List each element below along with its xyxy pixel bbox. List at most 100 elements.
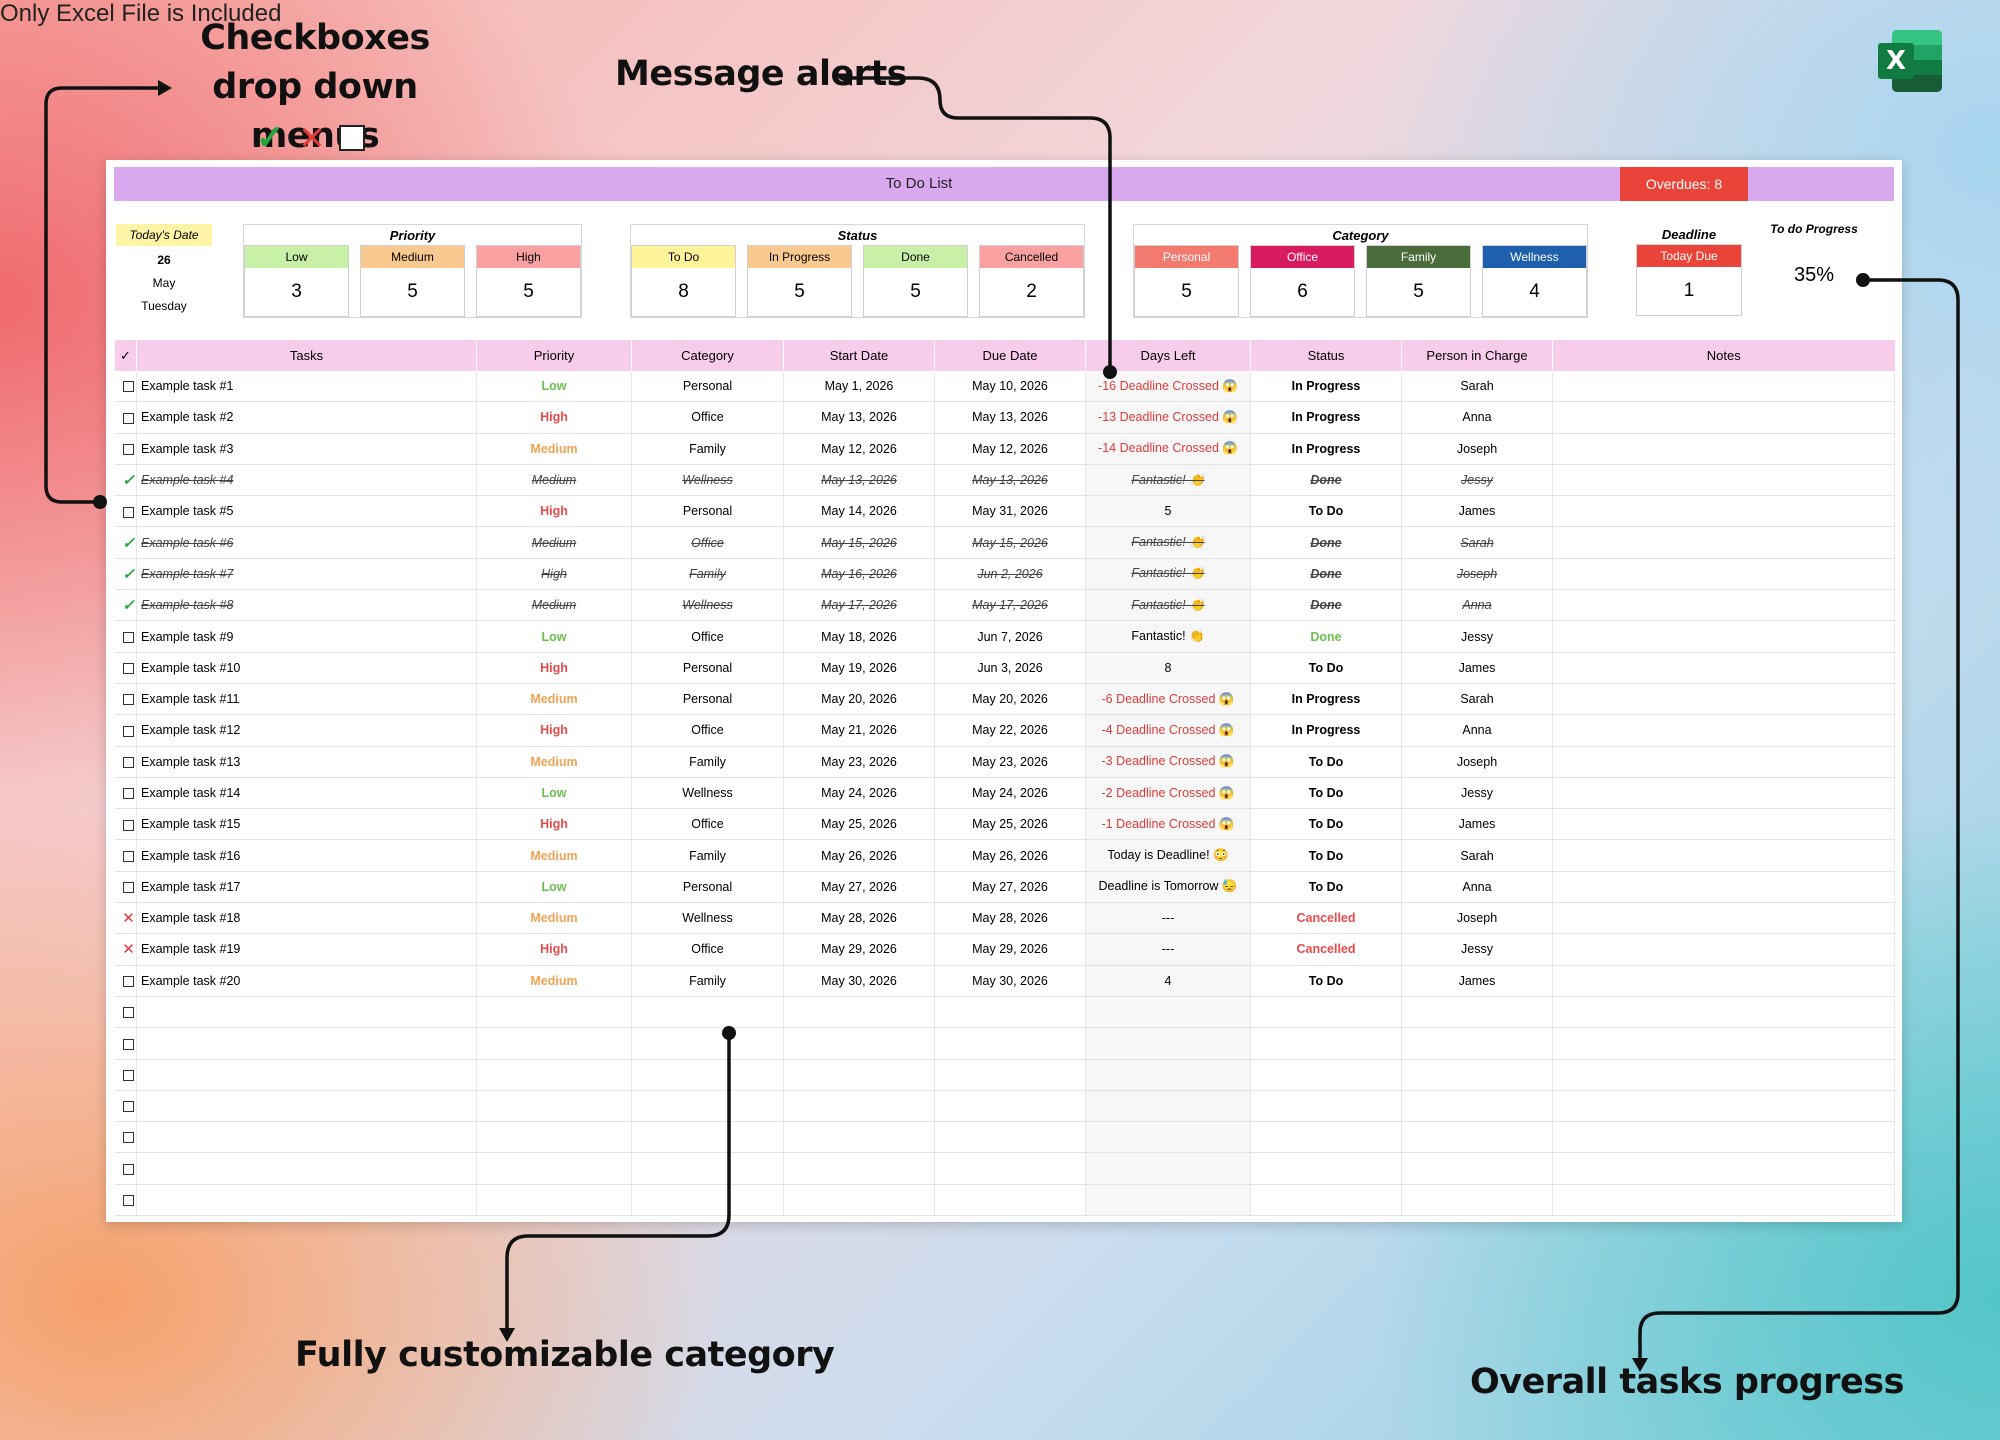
- column-header-start-date[interactable]: Start Date: [783, 340, 935, 371]
- row-checkbox[interactable]: ✕: [114, 902, 137, 935]
- due-date-cell[interactable]: May 28, 2026: [934, 902, 1086, 935]
- column-header-days-left[interactable]: Days Left: [1085, 340, 1251, 371]
- days-left-cell[interactable]: -1 Deadline Crossed 😱: [1085, 808, 1251, 841]
- row-checkbox[interactable]: [114, 808, 137, 841]
- priority-cell[interactable]: High: [476, 401, 632, 434]
- status-cell[interactable]: In Progress: [1250, 714, 1402, 747]
- row-checkbox[interactable]: [114, 965, 137, 997]
- row-checkbox[interactable]: [114, 996, 137, 1029]
- days-left-cell[interactable]: -3 Deadline Crossed 😱: [1085, 746, 1251, 778]
- category-cell[interactable]: [631, 1121, 784, 1154]
- priority-cell[interactable]: Low: [476, 871, 632, 904]
- priority-cell[interactable]: [476, 1027, 632, 1060]
- person-cell[interactable]: [1401, 1121, 1553, 1154]
- days-left-cell[interactable]: [1085, 1059, 1251, 1091]
- person-cell[interactable]: James: [1401, 495, 1553, 528]
- task-cell[interactable]: Example task #5: [136, 495, 477, 528]
- notes-cell[interactable]: [1552, 683, 1895, 716]
- status-cell[interactable]: To Do: [1250, 871, 1402, 904]
- status-cell[interactable]: To Do: [1250, 839, 1402, 872]
- task-cell[interactable]: [136, 1121, 477, 1154]
- category-cell[interactable]: Personal: [631, 652, 784, 684]
- person-cell[interactable]: James: [1401, 652, 1553, 684]
- days-left-cell[interactable]: -13 Deadline Crossed 😱: [1085, 401, 1251, 434]
- due-date-cell[interactable]: [934, 1059, 1086, 1091]
- column-header-due-date[interactable]: Due Date: [934, 340, 1086, 371]
- person-cell[interactable]: Joseph: [1401, 746, 1553, 778]
- column-header-category[interactable]: Category: [631, 340, 784, 371]
- days-left-cell[interactable]: [1085, 1152, 1251, 1185]
- days-left-cell[interactable]: Deadline is Tomorrow 😓: [1085, 871, 1251, 904]
- person-cell[interactable]: [1401, 1090, 1553, 1123]
- status-cell[interactable]: To Do: [1250, 777, 1402, 810]
- days-left-cell[interactable]: Fantastic! 👏: [1085, 558, 1251, 591]
- category-cell[interactable]: [631, 1090, 784, 1123]
- task-cell[interactable]: Example task #16: [136, 839, 477, 872]
- task-cell[interactable]: [136, 1090, 477, 1123]
- notes-cell[interactable]: [1552, 902, 1895, 935]
- column-header-notes[interactable]: Notes: [1552, 340, 1895, 371]
- status-cell[interactable]: Done: [1250, 526, 1402, 559]
- notes-cell[interactable]: [1552, 1090, 1895, 1123]
- task-cell[interactable]: Example task #19: [136, 933, 477, 966]
- notes-cell[interactable]: [1552, 589, 1895, 622]
- status-cell[interactable]: In Progress: [1250, 371, 1402, 403]
- days-left-cell[interactable]: [1085, 1027, 1251, 1060]
- due-date-cell[interactable]: [934, 1090, 1086, 1123]
- notes-cell[interactable]: [1552, 495, 1895, 528]
- category-cell[interactable]: Family: [631, 433, 784, 465]
- status-cell[interactable]: [1250, 1027, 1402, 1060]
- person-cell[interactable]: [1401, 996, 1553, 1029]
- notes-cell[interactable]: [1552, 839, 1895, 872]
- days-left-cell[interactable]: 8: [1085, 652, 1251, 684]
- due-date-cell[interactable]: May 22, 2026: [934, 714, 1086, 747]
- task-cell[interactable]: Example task #17: [136, 871, 477, 904]
- row-checkbox[interactable]: [114, 1027, 137, 1060]
- due-date-cell[interactable]: May 29, 2026: [934, 933, 1086, 966]
- priority-cell[interactable]: Medium: [476, 746, 632, 778]
- status-cell[interactable]: To Do: [1250, 495, 1402, 528]
- days-left-cell[interactable]: 4: [1085, 965, 1251, 997]
- days-left-cell[interactable]: 5: [1085, 495, 1251, 528]
- task-cell[interactable]: Example task #9: [136, 620, 477, 653]
- start-date-cell[interactable]: May 26, 2026: [783, 839, 935, 872]
- row-checkbox[interactable]: [114, 1184, 137, 1217]
- row-checkbox[interactable]: [114, 839, 137, 872]
- notes-cell[interactable]: [1552, 746, 1895, 778]
- category-cell[interactable]: Family: [631, 965, 784, 997]
- status-cell[interactable]: [1250, 1059, 1402, 1091]
- days-left-cell[interactable]: -14 Deadline Crossed 😱: [1085, 433, 1251, 465]
- priority-cell[interactable]: High: [476, 495, 632, 528]
- days-left-cell[interactable]: -2 Deadline Crossed 😱: [1085, 777, 1251, 810]
- person-cell[interactable]: Anna: [1401, 871, 1553, 904]
- notes-cell[interactable]: [1552, 1027, 1895, 1060]
- start-date-cell[interactable]: May 18, 2026: [783, 620, 935, 653]
- person-cell[interactable]: Sarah: [1401, 683, 1553, 716]
- priority-cell[interactable]: Low: [476, 371, 632, 403]
- row-checkbox[interactable]: ✓: [114, 558, 137, 591]
- priority-cell[interactable]: Medium: [476, 839, 632, 872]
- start-date-cell[interactable]: May 25, 2026: [783, 808, 935, 841]
- start-date-cell[interactable]: May 13, 2026: [783, 464, 935, 497]
- days-left-cell[interactable]: -4 Deadline Crossed 😱: [1085, 714, 1251, 747]
- category-cell[interactable]: Wellness: [631, 589, 784, 622]
- start-date-cell[interactable]: [783, 1184, 935, 1217]
- person-cell[interactable]: [1401, 1059, 1553, 1091]
- notes-cell[interactable]: [1552, 620, 1895, 653]
- category-cell[interactable]: Family: [631, 558, 784, 591]
- due-date-cell[interactable]: May 24, 2026: [934, 777, 1086, 810]
- category-cell[interactable]: [631, 996, 784, 1029]
- days-left-cell[interactable]: Fantastic! 👏: [1085, 464, 1251, 497]
- start-date-cell[interactable]: [783, 1090, 935, 1123]
- days-left-cell[interactable]: [1085, 1121, 1251, 1154]
- category-cell[interactable]: Personal: [631, 495, 784, 528]
- due-date-cell[interactable]: May 27, 2026: [934, 871, 1086, 904]
- notes-cell[interactable]: [1552, 996, 1895, 1029]
- person-cell[interactable]: Jessy: [1401, 933, 1553, 966]
- column-header-status[interactable]: Status: [1250, 340, 1402, 371]
- category-cell[interactable]: [631, 1059, 784, 1091]
- priority-cell[interactable]: High: [476, 933, 632, 966]
- start-date-cell[interactable]: May 30, 2026: [783, 965, 935, 997]
- start-date-cell[interactable]: May 17, 2026: [783, 589, 935, 622]
- row-checkbox[interactable]: [114, 1152, 137, 1185]
